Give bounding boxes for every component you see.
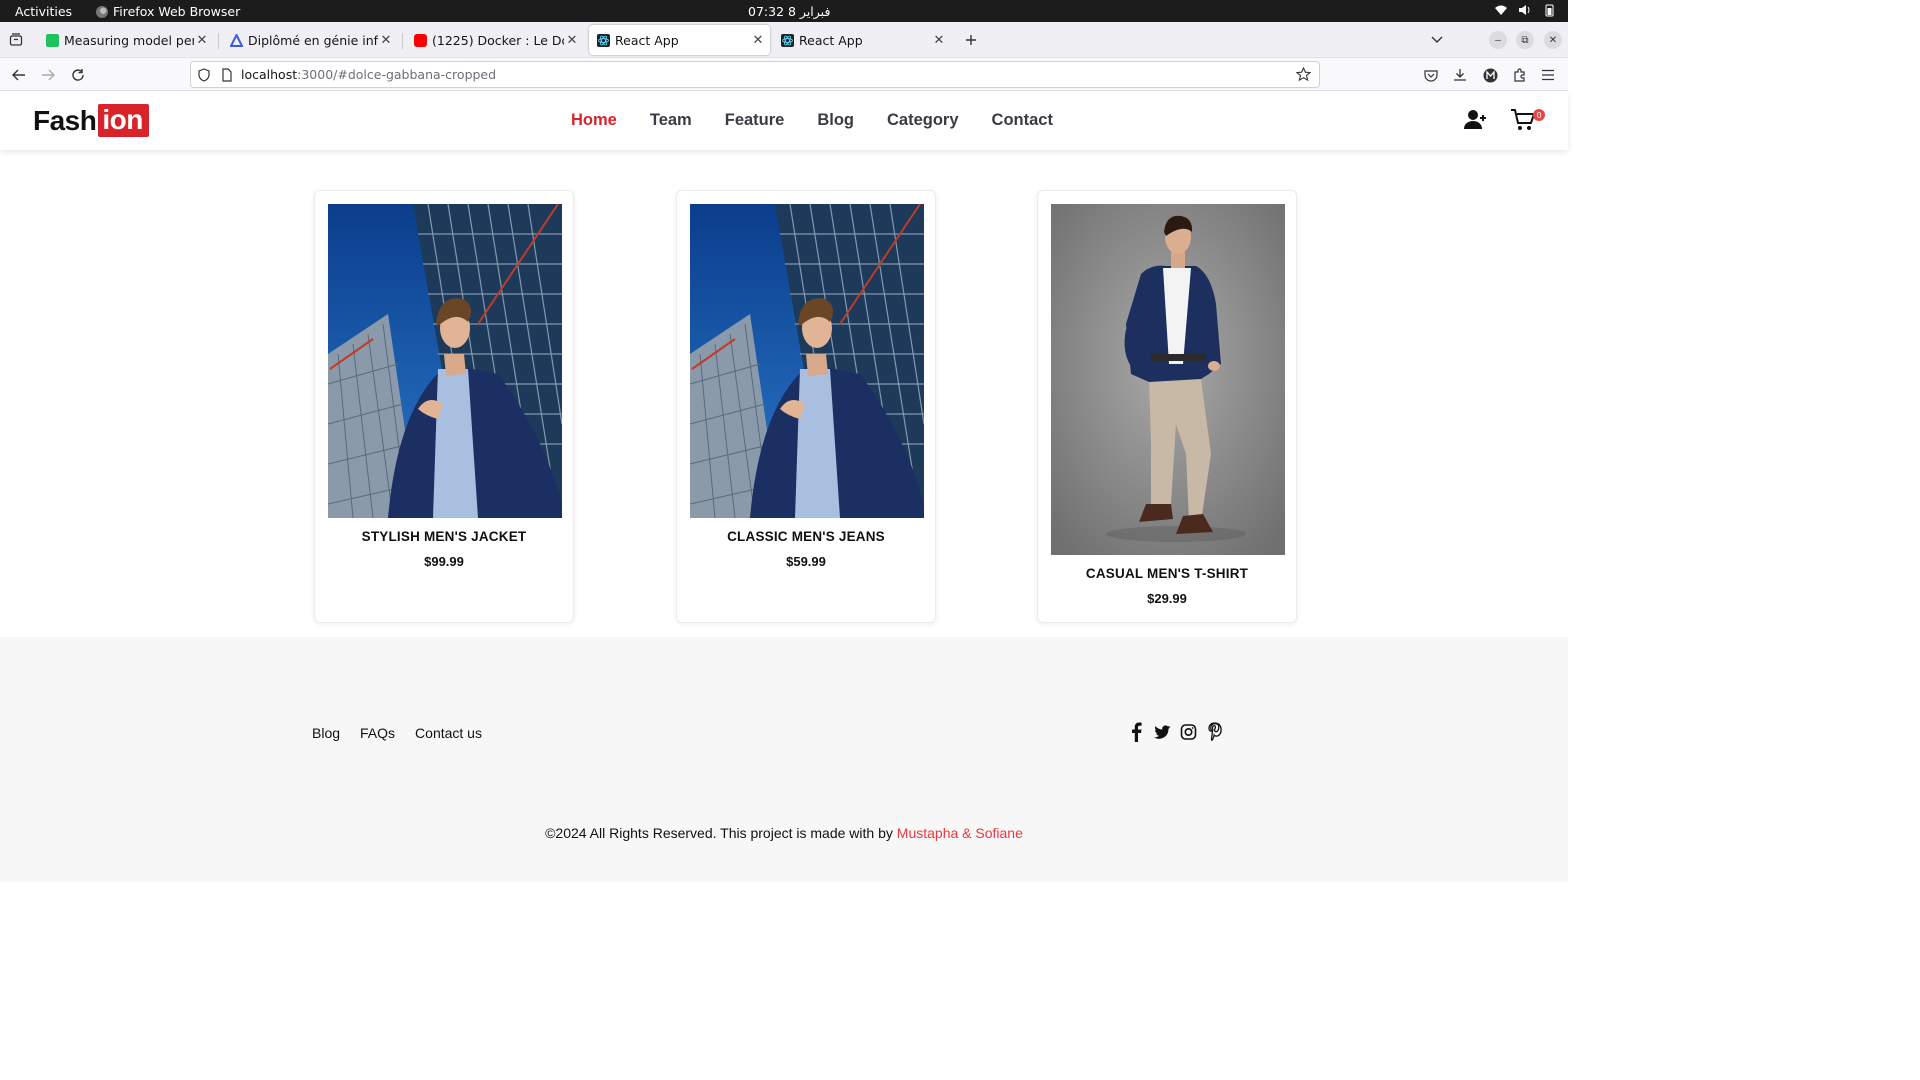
product-image[interactable] <box>1051 204 1285 555</box>
volume-icon <box>1518 3 1532 17</box>
close-tab-icon[interactable]: ✕ <box>378 33 394 48</box>
nav-category[interactable]: Category <box>887 111 959 130</box>
twitter-icon[interactable] <box>1154 722 1171 742</box>
reload-icon[interactable] <box>68 65 88 85</box>
browser-tab[interactable]: Diplômé en génie inform ✕ <box>222 25 398 55</box>
nav-feature[interactable]: Feature <box>725 111 785 130</box>
restore-window-button[interactable]: ⧉ <box>1516 31 1534 49</box>
back-arrow-icon[interactable] <box>9 65 29 85</box>
page-info-icon[interactable] <box>221 67 233 82</box>
copyright: ©2024 All Rights Reserved. This project … <box>0 825 1568 841</box>
react-icon <box>781 33 794 47</box>
tab-strip: Measuring model perform ✕ Diplômé en gén… <box>0 22 1568 58</box>
address-bar[interactable]: localhost:3000/#dolce-gabbana-cropped <box>190 61 1320 88</box>
cart-icon[interactable] <box>1510 107 1536 133</box>
copyright-text: ©2024 All Rights Reserved. This project … <box>545 825 897 841</box>
hamburger-menu-icon[interactable] <box>1538 65 1558 85</box>
social-links <box>1128 722 1223 742</box>
app-menu[interactable]: Firefox Web Browser <box>96 4 240 19</box>
facebook-icon[interactable] <box>1128 722 1145 742</box>
product-name[interactable]: CLASSIC MEN'S JEANS <box>677 529 935 544</box>
minimize-window-button[interactable]: – <box>1489 31 1507 49</box>
site-logo[interactable]: Fash ion <box>33 104 149 137</box>
browser-tab[interactable]: Measuring model perform ✕ <box>38 25 214 55</box>
product-card[interactable]: CLASSIC MEN'S JEANS $59.99 <box>676 190 936 623</box>
nav-team[interactable]: Team <box>650 111 692 130</box>
downloads-icon[interactable] <box>1450 65 1470 85</box>
tab-overview-icon[interactable] <box>6 30 26 50</box>
nav-toolbar: localhost:3000/#dolce-gabbana-cropped <box>0 58 1568 91</box>
add-user-icon[interactable] <box>1462 107 1488 133</box>
url-text: localhost:3000/#dolce-gabbana-cropped <box>241 67 497 82</box>
forward-arrow-icon[interactable] <box>38 65 58 85</box>
new-tab-button[interactable] <box>961 30 981 50</box>
main-nav: Home Team Feature Blog Category Contact <box>571 111 1053 130</box>
nav-blog[interactable]: Blog <box>817 111 854 130</box>
product-price: $29.99 <box>1147 591 1187 606</box>
footer-links: Blog FAQs Contact us <box>312 725 482 741</box>
product-name[interactable]: CASUAL MEN'S T-SHIRT <box>1038 566 1296 581</box>
site-footer: Blog FAQs Contact us ©2024 All Rights Re… <box>0 637 1568 882</box>
product-price: $59.99 <box>786 554 826 569</box>
tracking-protection-shield-icon[interactable] <box>197 67 211 82</box>
account-avatar-icon[interactable] <box>1480 65 1500 85</box>
os-top-bar: Activities Firefox Web Browser 07:32 فبر… <box>0 0 1568 22</box>
app-name-label: Firefox Web Browser <box>113 4 241 19</box>
clock[interactable]: 07:32 فبراير 8 <box>748 4 830 19</box>
wifi-icon <box>1494 3 1508 17</box>
tab-favicon-icon <box>229 32 244 47</box>
activities-button[interactable]: Activities <box>15 4 72 19</box>
product-image[interactable] <box>690 204 924 518</box>
battery-icon <box>1542 3 1556 17</box>
bookmark-star-icon[interactable] <box>1295 66 1312 82</box>
react-icon <box>597 33 610 47</box>
close-tab-icon[interactable]: ✕ <box>931 33 947 48</box>
close-tab-icon[interactable]: ✕ <box>750 33 766 48</box>
youtube-icon <box>414 33 427 47</box>
nav-contact[interactable]: Contact <box>992 111 1053 130</box>
browser-tab-active[interactable]: React App ✕ <box>589 25 770 55</box>
footer-link-contact[interactable]: Contact us <box>415 725 482 741</box>
instagram-icon[interactable] <box>1180 722 1197 742</box>
product-name[interactable]: STYLISH MEN'S JACKET <box>315 529 573 544</box>
authors-link[interactable]: Mustapha & Sofiane <box>897 825 1023 841</box>
browser-tab[interactable]: (1225) Docker : Le Docke ✕ <box>406 25 584 55</box>
cart-count-badge: 0 <box>1533 109 1545 121</box>
pinterest-icon[interactable] <box>1206 722 1223 742</box>
browser-tab[interactable]: React App ✕ <box>773 25 951 55</box>
product-grid: STYLISH MEN'S JACKET $99.99 CLASSIC MEN'… <box>0 150 1568 637</box>
extensions-puzzle-icon[interactable] <box>1510 65 1530 85</box>
pocket-icon[interactable] <box>1421 65 1441 85</box>
system-tray[interactable] <box>1494 3 1556 17</box>
site-header: Fash ion Home Team Feature Blog Category… <box>0 92 1568 150</box>
close-tab-icon[interactable]: ✕ <box>564 33 580 48</box>
firefox-icon <box>96 5 108 18</box>
close-tab-icon[interactable]: ✕ <box>194 33 210 48</box>
list-tabs-chevron-down-icon[interactable] <box>1427 30 1447 50</box>
product-card[interactable]: STYLISH MEN'S JACKET $99.99 <box>314 190 574 623</box>
product-card[interactable]: CASUAL MEN'S T-SHIRT $29.99 <box>1037 190 1297 623</box>
nav-home[interactable]: Home <box>571 111 617 130</box>
product-price: $99.99 <box>424 554 464 569</box>
close-window-button[interactable]: ✕ <box>1544 31 1562 49</box>
footer-link-blog[interactable]: Blog <box>312 725 340 741</box>
footer-link-faqs[interactable]: FAQs <box>360 725 395 741</box>
tab-favicon-icon <box>46 33 59 47</box>
product-image[interactable] <box>328 204 562 518</box>
